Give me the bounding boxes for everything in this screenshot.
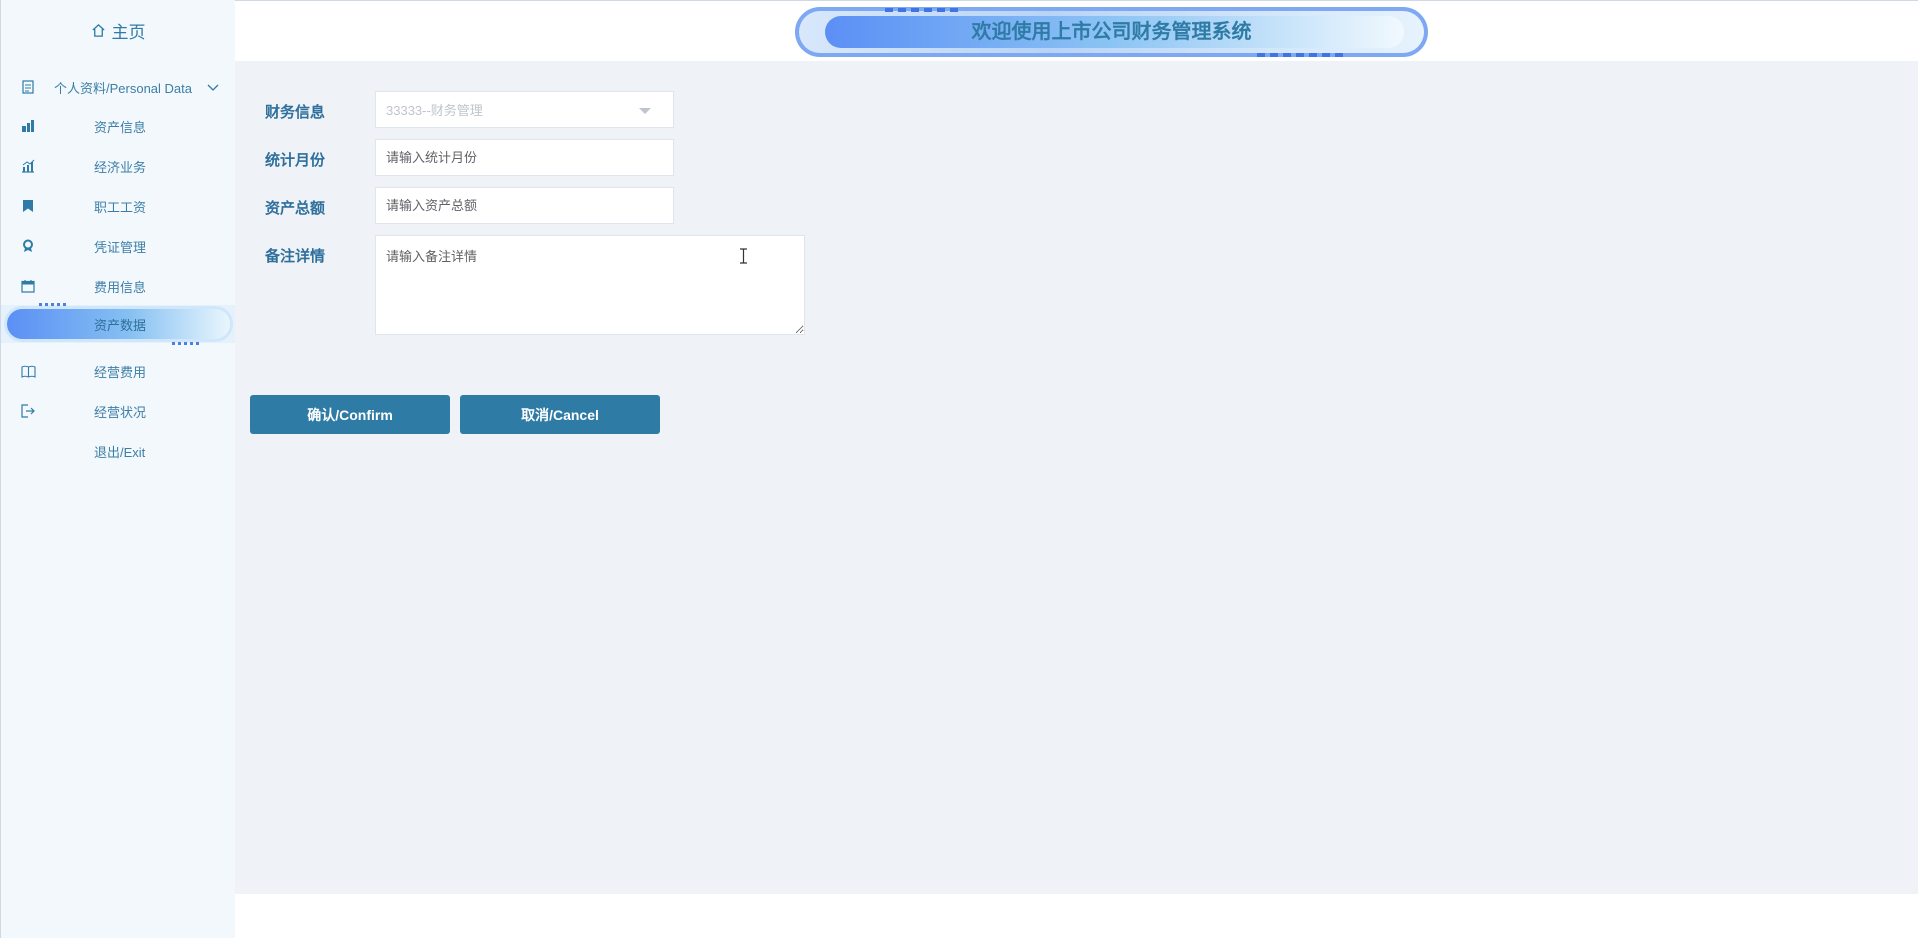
sidebar-item-label: 退出/Exit [94, 444, 146, 460]
building-chart-icon [20, 118, 36, 134]
sidebar-item-asset-data[interactable]: 资产数据 [1, 303, 236, 345]
header: 欢迎使用上市公司财务管理系统 [235, 0, 1918, 61]
sidebar-item-label: 资产数据 [94, 317, 147, 333]
sidebar-item-label: 个人资料/Personal Data [54, 80, 192, 96]
sidebar-item-label: 凭证管理 [94, 239, 147, 255]
title-banner: 欢迎使用上市公司财务管理系统 [795, 7, 1428, 57]
bar-chart-icon [20, 158, 36, 174]
finance-info-selected-value: 33333--财务管理 [386, 103, 483, 118]
home-link[interactable]: 主页 [1, 0, 235, 60]
text-cursor-icon [739, 248, 748, 269]
caret-down-icon [639, 108, 651, 114]
remarks-label: 备注详情 [265, 248, 326, 265]
total-assets-label: 资产总额 [265, 200, 326, 217]
sidebar-item-voucher-management[interactable]: 凭证管理 [1, 228, 236, 264]
finance-info-label: 财务信息 [265, 104, 326, 121]
finance-info-select[interactable]: 33333--财务管理 [375, 91, 674, 128]
exit-door-icon [20, 403, 36, 419]
sidebar-item-operating-expense[interactable]: 经营费用 [1, 353, 236, 389]
stat-month-input[interactable] [375, 139, 674, 176]
award-icon [20, 238, 36, 254]
footer [235, 894, 1918, 938]
sidebar-item-staff-salary[interactable]: 职工工资 [1, 188, 236, 224]
sidebar-item-label: 经济业务 [94, 159, 147, 175]
confirm-button[interactable]: 确认/Confirm [250, 395, 450, 434]
sidebar-item-label: 经营状况 [94, 404, 147, 420]
sidebar-item-label: 经营费用 [94, 364, 147, 380]
sidebar: 主页 个人资料/Personal Data 资产信息 经济业务 职工工资 凭证管… [0, 0, 236, 938]
main-content: 财务信息 33333--财务管理 统计月份 资产总额 备注详情 确认/Confi… [235, 61, 1918, 894]
sidebar-item-operating-status[interactable]: 经营状况 [1, 393, 236, 429]
cancel-button[interactable]: 取消/Cancel [460, 395, 660, 434]
document-icon [20, 79, 36, 95]
chevron-down-icon [207, 80, 219, 95]
sidebar-item-exit[interactable]: 退出/Exit [1, 433, 236, 469]
sidebar-item-asset-info[interactable]: 资产信息 [1, 108, 236, 144]
sidebar-item-economic-business[interactable]: 经济业务 [1, 148, 236, 184]
sidebar-item-expense-info[interactable]: 费用信息 [1, 268, 236, 304]
sidebar-item-personal-data[interactable]: 个人资料/Personal Data [1, 69, 236, 105]
sidebar-item-label: 费用信息 [94, 279, 147, 295]
home-label: 主页 [111, 22, 146, 42]
stat-month-label: 统计月份 [265, 152, 326, 169]
sidebar-item-label: 职工工资 [94, 199, 147, 215]
total-assets-input[interactable] [375, 187, 674, 224]
page-title: 欢迎使用上市公司财务管理系统 [971, 21, 1252, 43]
calendar-icon [20, 278, 36, 294]
open-book-icon [20, 363, 36, 379]
bookmark-icon [20, 198, 36, 214]
sidebar-item-label: 资产信息 [94, 119, 147, 135]
home-icon [91, 23, 106, 38]
